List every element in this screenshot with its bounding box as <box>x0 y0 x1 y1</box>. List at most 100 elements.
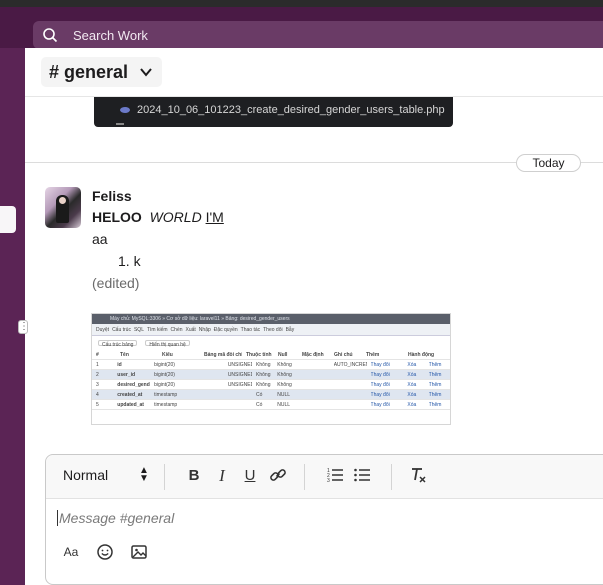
date-divider-label[interactable]: Today <box>516 154 581 172</box>
ordered-list-icon[interactable]: 123 <box>325 466 345 486</box>
attachment-buttons: Cấu trúc bảng Hiển thị quan hệ <box>92 336 450 350</box>
attachment-cell: UNSIGNED <box>227 382 253 387</box>
attachment-header-cell: Bảng mã đối chiếu <box>204 352 242 357</box>
main-panel: # general 2024_10_06_101223_create_desir… <box>25 48 603 585</box>
attachment-cell: NULL <box>277 402 291 407</box>
attachment-cell: id <box>117 362 122 367</box>
attachment-cell: Không <box>277 372 292 377</box>
avatar[interactable] <box>45 187 81 228</box>
sidebar-tab[interactable] <box>0 206 16 233</box>
italic-text: WORLD <box>149 209 202 225</box>
attachment-cell <box>306 382 330 387</box>
attachment-cell <box>334 382 367 387</box>
attachment-cell: Không <box>277 382 292 387</box>
attachment-cell: Xóa <box>407 382 417 387</box>
bold-text: HELOO <box>92 209 142 225</box>
snippet-cutoff <box>116 123 124 127</box>
bullet-list-icon[interactable] <box>352 466 372 486</box>
channel-name-button[interactable]: # general <box>41 57 163 87</box>
attachment-cell: Thêm <box>428 362 442 367</box>
image-icon[interactable] <box>130 543 148 561</box>
attachment-cell: Thay đổi <box>370 362 390 367</box>
attachment-header-cell: Tên <box>120 352 129 357</box>
attachment-cell <box>228 402 252 407</box>
attachment-cell: 1 <box>96 362 99 367</box>
toolbar-divider <box>304 464 305 490</box>
attachment-cell: Thêm <box>428 372 442 377</box>
message-author[interactable]: Feliss <box>92 188 592 204</box>
attachment-cell: Thay đổi <box>370 392 390 397</box>
avatar-face <box>59 197 66 204</box>
attachment-cell: Thay đổi <box>370 402 390 407</box>
attachment-cell <box>191 392 224 397</box>
attachment-cell: desired_gender_id <box>117 382 150 387</box>
resize-grip-icon[interactable]: ⋮ <box>18 320 29 334</box>
bold-icon[interactable]: B <box>184 466 204 486</box>
attachment-cell: 3 <box>96 382 99 387</box>
message: Feliss HELOO WORLD I'M aa 1. k (edited) <box>92 188 592 291</box>
attachment-tab: Chèn <box>170 327 183 333</box>
attachment-tabs: Duyệt Cấu trúc SQL Tìm kiếm Chèn Xuất Nh… <box>92 324 450 336</box>
image-attachment[interactable]: Máy chủ: MySQL:3306 » Cơ sở dữ liệu: lar… <box>91 313 451 425</box>
clear-format-icon[interactable] <box>408 466 428 486</box>
attachment-tab: Bẫy <box>285 327 295 333</box>
attachment-cell <box>334 392 367 397</box>
attachment-tab: SQL <box>133 327 144 333</box>
attachment-tab: Xuất <box>185 327 196 333</box>
search-icon <box>43 28 58 43</box>
composer-bottom-tools: Aa <box>62 543 148 561</box>
text-style-select[interactable]: Normal ▲ ▼ <box>63 466 149 484</box>
attachment-tab: Duyệt <box>96 327 110 333</box>
attachment-cell: timestamp <box>154 392 178 397</box>
attachment-cell: UNSIGNED <box>227 372 253 377</box>
attachment-cell: Không <box>277 362 292 367</box>
attachment-cell: Thêm <box>428 402 442 407</box>
attachment-header-cell: Ghi chú <box>334 352 353 357</box>
attachment-cell: Không <box>256 362 271 367</box>
attachment-cell: Thay đổi <box>370 372 390 377</box>
attachment-cell: 4 <box>96 392 99 397</box>
attachment-header-cell: Null <box>278 352 288 357</box>
attachment-cell <box>191 402 224 407</box>
attachment-row: 5 updated_at timestamp Có NULL Thay đổi … <box>92 400 450 410</box>
attachment-cell <box>191 382 224 387</box>
attachment-cell <box>334 372 367 377</box>
underline-icon[interactable]: U <box>240 466 260 486</box>
select-arrows-icon: ▲ ▼ <box>139 465 149 484</box>
attachment-header-cell: Thuộc tính <box>246 352 272 357</box>
attachment-button: Hiển thị quan hệ <box>145 340 190 348</box>
svg-text:3: 3 <box>327 478 330 484</box>
message-input[interactable]: Message #general <box>56 510 174 526</box>
attachment-topbar: Máy chủ: MySQL:3306 » Cơ sở dữ liệu: lar… <box>92 314 450 324</box>
search-bar[interactable]: Search Work <box>33 21 603 49</box>
attachment-header-cell: Thêm <box>366 352 380 357</box>
emoji-icon[interactable] <box>96 543 114 561</box>
attachment-cell: Xóa <box>407 402 417 407</box>
attachment-header-cell: Kiểu <box>162 352 173 357</box>
toolbar-divider <box>391 464 392 490</box>
search-placeholder: Search Work <box>73 28 148 43</box>
attachment-tab: Cấu trúc <box>112 327 131 333</box>
italic-icon[interactable]: I <box>212 466 232 486</box>
link-icon[interactable] <box>268 466 288 486</box>
attachment-cell <box>306 372 330 377</box>
toolbar-divider <box>164 464 165 490</box>
attachment-cell: bigint(20) <box>154 382 175 387</box>
attachment-row: 4 created_at timestamp Có NULL Thay đổi … <box>92 390 450 400</box>
text-format-icon[interactable]: Aa <box>62 543 80 561</box>
text-style-value: Normal <box>63 467 109 483</box>
attachment-cell <box>191 362 224 367</box>
attachment-row: 1 id bigint(20) UNSIGNED Không Không AUT… <box>92 360 450 370</box>
attachment-topbar-text: Máy chủ: MySQL:3306 » Cơ sở dữ liệu: lar… <box>110 316 290 322</box>
attachment-cell <box>306 392 330 397</box>
attachment-cell: Có <box>256 392 263 397</box>
attachment-header-row: # Tên Kiểu Bảng mã đối chiếu Thuộc tính … <box>92 350 450 360</box>
attachment-header-cell: # <box>96 352 99 357</box>
attachment-cell: Không <box>256 382 271 387</box>
window-top-strip <box>0 0 603 7</box>
chevron-down-icon <box>140 68 152 77</box>
attachment-header-cell: Hành động <box>408 352 435 357</box>
attachment-cell: Xóa <box>407 392 417 397</box>
attachment-cell: NULL <box>277 392 291 397</box>
attachment-tab: Theo dõi <box>263 327 283 333</box>
